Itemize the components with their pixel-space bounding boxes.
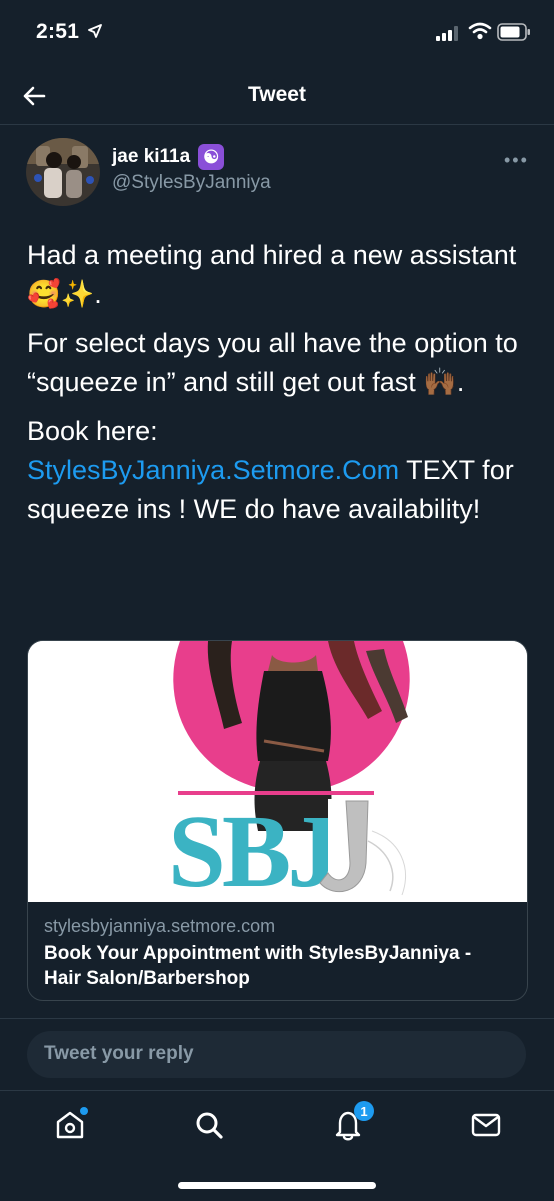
home-icon[interactable] (50, 1105, 90, 1145)
author-name-text: jae ki11a (112, 146, 191, 167)
card-title: Book Your Appointment with StylesByJanni… (44, 943, 472, 989)
notification-count-badge: 1 (354, 1101, 374, 1121)
notifications-icon[interactable]: 1 (328, 1101, 374, 1145)
reply-input[interactable]: Tweet your reply (27, 1031, 526, 1078)
signal-icon (436, 25, 460, 46)
card-domain: stylesbyjanniya.setmore.com (44, 916, 276, 936)
tweet-paragraph-3-prefix: Book here: (27, 416, 158, 446)
card-logo-text: SBJ (168, 794, 337, 902)
card-image: SBJ (28, 641, 527, 909)
tweet-link[interactable]: StylesByJanniya.Setmore.Com (27, 455, 399, 485)
location-arrow-icon (88, 24, 102, 43)
search-icon[interactable] (189, 1105, 229, 1145)
yin-yang-emoji-icon: ☯ (198, 144, 225, 170)
more-dots-icon[interactable]: ••• (504, 150, 529, 171)
messages-icon[interactable] (466, 1105, 506, 1145)
tweet-paragraph-2: For select days you all have the option … (27, 328, 518, 397)
battery-icon (497, 22, 531, 47)
author-name[interactable]: jae ki11a ☯ (112, 144, 225, 170)
home-indicator[interactable] (178, 1182, 376, 1189)
top-nav-bar: Tweet (0, 66, 554, 125)
wifi-icon (468, 22, 492, 45)
avatar[interactable] (26, 138, 100, 206)
status-time: 2:51 (36, 20, 80, 43)
author-handle[interactable]: @StylesByJanniya (112, 172, 271, 194)
reply-placeholder: Tweet your reply (44, 1043, 194, 1064)
tweet-text: Had a meeting and hired a new assistant … (27, 236, 527, 539)
tweet-paragraph-3: Book here: StylesByJanniya.Setmore.Com TE… (27, 412, 527, 529)
status-bar: 2:51 (0, 0, 554, 66)
home-unread-dot (80, 1107, 88, 1115)
divider (0, 1018, 554, 1019)
card-text: stylesbyjanniya.setmore.com Book Your Ap… (28, 902, 527, 991)
tweet-paragraph-1: Had a meeting and hired a new assistant … (27, 240, 517, 309)
link-preview-card[interactable]: SBJ stylesbyjanniya.setmore.com Book You… (27, 640, 528, 1001)
page-title: Tweet (248, 83, 306, 106)
